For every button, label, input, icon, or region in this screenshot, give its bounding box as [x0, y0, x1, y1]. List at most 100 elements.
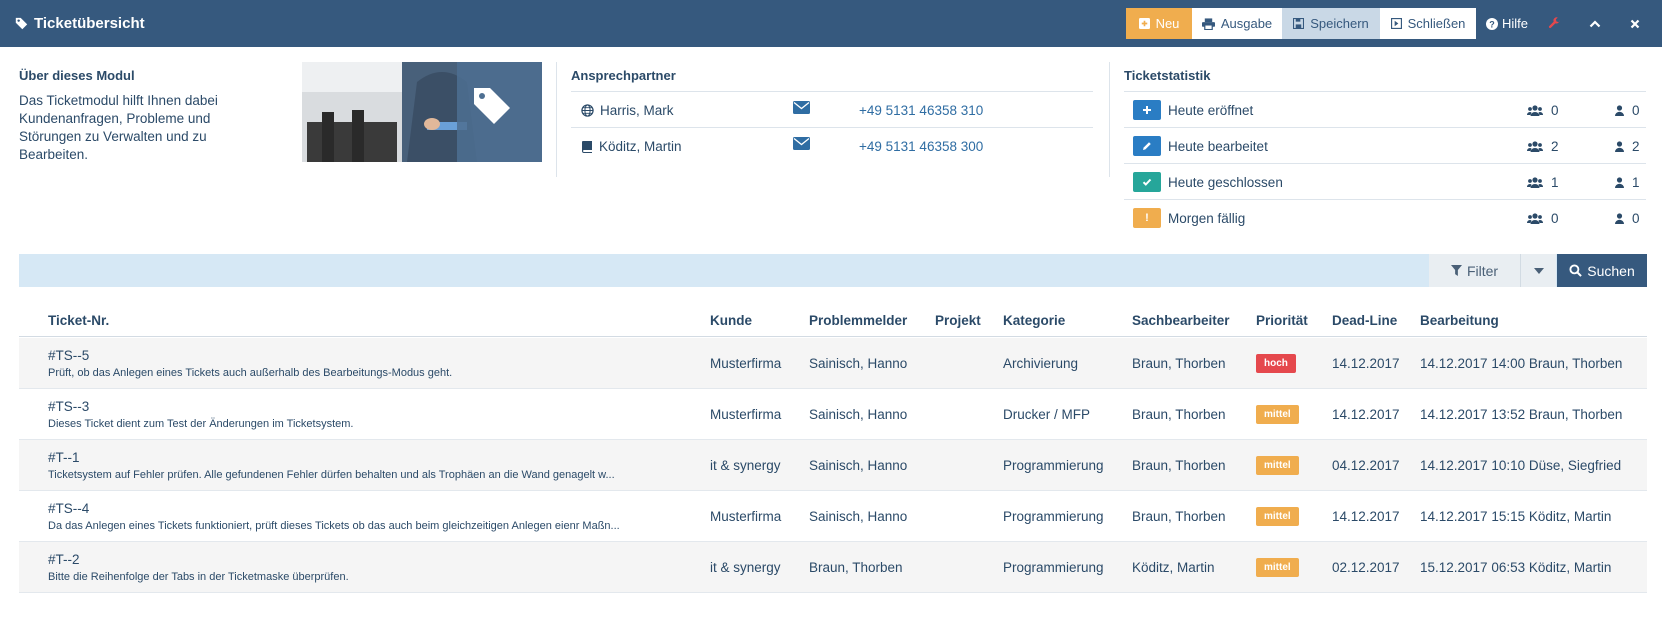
cell-bearbeitung: 14.12.2017 14:00 Braun, Thorben [1420, 356, 1623, 371]
cell-deadline: 02.12.2017 [1332, 560, 1400, 575]
column-kategorie[interactable]: Kategorie [1003, 304, 1065, 336]
column-ticket[interactable]: Ticket-Nr. [48, 304, 109, 336]
table-row[interactable]: #T--1 Ticketsystem auf Fehler prüfen. Al… [19, 440, 1647, 491]
save-icon [1293, 18, 1305, 29]
cell-deadline: 14.12.2017 [1332, 407, 1400, 422]
ticket-description: Bitte die Reihenfolge der Tabs in der Ti… [48, 571, 349, 583]
column-prioritaet[interactable]: Priorität [1256, 304, 1308, 336]
stat-row-edited: Heute bearbeitet 2 2 [1124, 127, 1646, 163]
contacts-title: Ansprechpartner [571, 68, 676, 83]
contact-phone[interactable]: +49 5131 46358 300 [859, 128, 983, 164]
pencil-icon [1133, 136, 1161, 156]
cell-kategorie: Archivierung [1003, 356, 1079, 371]
search-icon [1569, 264, 1583, 277]
table-row[interactable]: #TS--3 Dieses Ticket dient zum Test der … [19, 389, 1647, 440]
module-hero-image [302, 62, 542, 162]
book-icon [582, 140, 592, 153]
cell-problemmelder: Sainisch, Hanno [809, 356, 908, 371]
caret-down-icon [1533, 267, 1544, 274]
stat-row-closed: Heute geschlossen 1 1 [1124, 163, 1646, 199]
cell-sachbearbeiter: Braun, Thorben [1132, 509, 1226, 524]
output-button[interactable]: Ausgabe [1192, 8, 1282, 39]
filter-button[interactable]: Filter [1429, 254, 1520, 287]
column-bearbeitung[interactable]: Bearbeitung [1420, 304, 1499, 336]
cell-sachbearbeiter: Braun, Thorben [1132, 356, 1226, 371]
cell-problemmelder: Sainisch, Hanno [809, 407, 908, 422]
cell-problemmelder: Sainisch, Hanno [809, 509, 908, 524]
column-projekt[interactable]: Projekt [935, 304, 981, 336]
plus-square-icon [1138, 18, 1150, 29]
priority-badge: mittel [1256, 405, 1299, 424]
divider [556, 62, 557, 177]
ticket-description: Ticketsystem auf Fehler prüfen. Alle gef… [48, 469, 615, 481]
cell-bearbeitung: 15.12.2017 06:53 Köditz, Martin [1420, 560, 1612, 575]
exit-icon [1390, 18, 1402, 29]
save-button[interactable]: Speichern [1282, 8, 1380, 39]
cell-kategorie: Drucker / MFP [1003, 407, 1091, 422]
stat-row-due-tomorrow: ! Morgen fällig 0 0 [1124, 199, 1646, 235]
globe-icon [581, 103, 594, 117]
cell-kategorie: Programmierung [1003, 560, 1104, 575]
close-module-button[interactable]: Schließen [1380, 8, 1476, 39]
stats-title: Ticketstatistik [1124, 68, 1211, 83]
print-icon [1201, 17, 1215, 30]
contact-name-link[interactable]: Harris, Mark [581, 92, 674, 128]
column-deadline[interactable]: Dead-Line [1332, 304, 1397, 336]
envelope-icon[interactable] [793, 137, 810, 150]
envelope-icon[interactable] [793, 101, 810, 114]
cell-kunde: it & synergy [710, 560, 781, 575]
cell-kategorie: Programmierung [1003, 458, 1104, 473]
cell-kunde: Musterfirma [710, 356, 782, 371]
ticket-description: Dieses Ticket dient zum Test der Änderun… [48, 418, 354, 430]
filter-dropdown-toggle[interactable] [1520, 254, 1556, 287]
column-sachbearbeiter[interactable]: Sachbearbeiter [1132, 304, 1230, 336]
table-row[interactable]: #TS--5 Prüft, ob das Anlegen eines Ticke… [19, 338, 1647, 389]
user-icon [1615, 104, 1624, 116]
search-button[interactable]: Suchen [1557, 254, 1647, 287]
cell-bearbeitung: 14.12.2017 13:52 Braun, Thorben [1420, 407, 1623, 422]
user-icon [1615, 176, 1624, 188]
cell-kunde: it & synergy [710, 458, 781, 473]
stat-row-opened: Heute eröffnet 0 0 [1124, 91, 1646, 127]
divider [1109, 62, 1110, 177]
wrench-icon[interactable] [1548, 8, 1561, 39]
about-text: Das Ticketmodul hilft Ihnen dabei Kunden… [19, 93, 218, 162]
table-header: Ticket-Nr. Kunde Problemmelder Projekt K… [19, 304, 1647, 337]
exclamation-icon: ! [1133, 208, 1161, 228]
tag-icon [15, 17, 28, 30]
table-row[interactable]: #TS--4 Da das Anlegen eines Tickets funk… [19, 491, 1647, 542]
priority-badge: mittel [1256, 558, 1299, 577]
plus-icon [1133, 100, 1161, 120]
cell-sachbearbeiter: Braun, Thorben [1132, 407, 1226, 422]
funnel-icon [1450, 265, 1462, 276]
column-kunde[interactable]: Kunde [710, 304, 752, 336]
user-icon [1615, 212, 1624, 224]
ticket-id: #TS--4 [48, 501, 90, 516]
user-icon [1615, 140, 1624, 152]
close-icon[interactable] [1630, 8, 1640, 39]
ticket-description: Prüft, ob das Anlegen eines Tickets auch… [48, 367, 453, 379]
table-row[interactable]: #T--2 Bitte die Reihenfolge der Tabs in … [19, 542, 1647, 593]
cell-kunde: Musterfirma [710, 509, 782, 524]
ticket-id: #TS--3 [48, 399, 90, 414]
svg-text:?: ? [1489, 19, 1495, 29]
contact-row: Köditz, Martin +49 5131 46358 300 [571, 127, 1093, 163]
contact-name-link[interactable]: Köditz, Martin [581, 128, 682, 164]
users-icon [1527, 176, 1543, 188]
check-icon [1133, 172, 1161, 192]
filter-bar [19, 254, 1647, 287]
ticket-id: #T--2 [48, 552, 80, 567]
help-link[interactable]: ? Hilfe [1486, 8, 1528, 39]
column-problemmelder[interactable]: Problemmelder [809, 304, 907, 336]
users-icon [1527, 140, 1543, 152]
cell-problemmelder: Braun, Thorben [809, 560, 903, 575]
question-circle-icon: ? [1486, 17, 1498, 30]
chevron-up-icon[interactable] [1589, 8, 1601, 39]
cell-sachbearbeiter: Köditz, Martin [1132, 560, 1215, 575]
contact-phone[interactable]: +49 5131 46358 310 [859, 92, 983, 128]
ticket-id: #T--1 [48, 450, 80, 465]
cell-deadline: 14.12.2017 [1332, 509, 1400, 524]
cell-sachbearbeiter: Braun, Thorben [1132, 458, 1226, 473]
contact-row: Harris, Mark +49 5131 46358 310 [571, 91, 1093, 127]
new-button[interactable]: Neu [1126, 8, 1192, 39]
